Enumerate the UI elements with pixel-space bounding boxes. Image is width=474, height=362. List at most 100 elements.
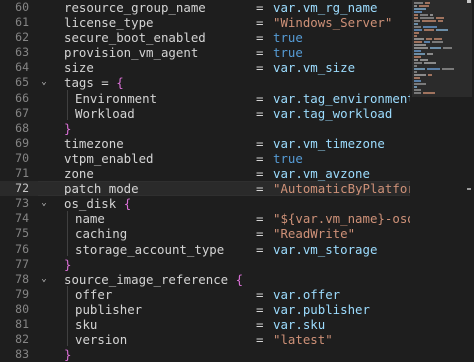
code-line[interactable]: 70 vtpm_enabled = true <box>0 151 410 166</box>
minimap-code-line <box>414 38 424 40</box>
code-text: publisher <box>75 302 142 317</box>
equals-sign: = <box>256 166 264 182</box>
attribute-key: name <box>75 211 105 227</box>
code-line[interactable]: 61 license_type = "Windows_Server" <box>0 15 410 30</box>
code-text: resource_group_name <box>64 0 206 15</box>
equals-sign: = <box>256 211 264 227</box>
code-line[interactable]: 76 storage_account_type = var.vm_storage <box>0 242 410 257</box>
fold-chevron-icon[interactable]: ⌄ <box>39 75 49 90</box>
code-text: zone <box>64 166 94 181</box>
code-text: source_image_reference { <box>64 272 243 287</box>
minimap-code-line <box>414 23 418 25</box>
line-number: 68 <box>15 120 29 135</box>
fold-chevron-icon[interactable]: ⌄ <box>39 272 49 287</box>
minimap-code-line <box>414 44 426 46</box>
code-line[interactable]: 80 publisher = var.publisher <box>0 302 410 317</box>
equals-sign: = <box>256 226 264 242</box>
minimap-code-line <box>414 56 421 58</box>
code-line[interactable]: 64 size = var.vm_size <box>0 60 410 75</box>
attribute-key: offer <box>75 286 113 302</box>
attribute-key: Environment <box>75 90 158 106</box>
minimap-code-line <box>419 5 429 7</box>
code-line[interactable]: 72 patch_mode = "AutomaticByPlatform" <box>0 181 430 197</box>
line-number: 82 <box>15 332 29 347</box>
code-editor[interactable]: 60 resource_group_name = var.vm_rg_name 61 li… <box>0 0 474 362</box>
attribute-value: var.vm_storage <box>273 241 378 257</box>
line-number: 81 <box>15 316 29 331</box>
line-number: 63 <box>15 45 29 60</box>
code-line[interactable]: 63 provision_vm_agent = true <box>0 45 410 60</box>
minimap-code-line <box>414 62 422 64</box>
attribute-value: true <box>273 150 303 166</box>
code-line[interactable]: 75 caching = "ReadWrite" <box>0 226 410 241</box>
line-number: 60 <box>15 0 29 14</box>
brace: } <box>64 256 72 272</box>
code-line[interactable]: 67 Workload = var.tag_workload <box>0 106 410 121</box>
code-line[interactable]: 82 version = "latest" <box>0 332 410 347</box>
line-number: 74 <box>15 211 29 226</box>
attribute-key: resource_group_name <box>64 0 206 15</box>
code-lines[interactable]: 60 resource_group_name = var.vm_rg_name 61 li… <box>0 0 437 362</box>
code-line[interactable]: 60 resource_group_name = var.vm_rg_name <box>0 0 410 15</box>
fold-chevron-icon[interactable]: ⌄ <box>39 196 49 211</box>
brace: { <box>116 75 124 91</box>
code-text: size <box>64 60 94 75</box>
equals-sign: = <box>256 181 264 197</box>
minimap-code-line <box>414 68 425 70</box>
minimap-code-line <box>426 38 432 40</box>
brace: } <box>64 347 72 362</box>
minimap-code-line <box>427 53 433 55</box>
code-line[interactable]: 68} <box>0 121 410 136</box>
code-line[interactable]: 83} <box>0 347 410 362</box>
code-text: secure_boot_enabled <box>64 30 206 45</box>
minimap-code-line <box>420 14 428 16</box>
brace: } <box>64 120 72 136</box>
attribute-value: true <box>273 45 303 61</box>
code-line[interactable]: 65 ⌄ tags = { <box>0 75 410 90</box>
equals-sign: = <box>256 30 264 46</box>
equals-sign: = <box>256 301 264 317</box>
code-line[interactable]: 79 offer = var.offer <box>0 287 410 302</box>
code-line[interactable]: 77} <box>0 257 410 272</box>
attribute-key: size <box>64 60 94 76</box>
minimap[interactable] <box>410 0 474 359</box>
line-number: 65 <box>15 75 29 90</box>
attribute-key: provision_vm_agent <box>64 45 199 61</box>
minimap-code-line <box>414 32 419 34</box>
attribute-value: var.vm_rg_name <box>273 0 378 15</box>
minimap-code-line <box>414 92 421 94</box>
brace: { <box>235 271 244 287</box>
minimap-code-line <box>420 59 428 61</box>
code-line[interactable]: 74 name = "${var.vm_name}-osdisk <box>0 211 437 227</box>
attribute-value: var.tag_workload <box>273 105 393 121</box>
equals-sign: = <box>256 316 264 332</box>
code-line[interactable]: 69 timezone = var.vm_timezone <box>0 136 410 151</box>
code-line[interactable]: 73 ⌄ os_disk { <box>0 196 410 211</box>
attribute-key: publisher <box>75 301 143 317</box>
code-text: } <box>64 121 71 136</box>
minimap-code-line <box>414 77 420 79</box>
code-line[interactable]: 81 sku = var.sku <box>0 317 410 332</box>
attribute-value: var.vm_size <box>273 60 356 76</box>
attribute-key: Workload <box>75 105 135 121</box>
minimap-code-line <box>430 47 441 49</box>
attribute-value: "ReadWrite" <box>273 226 356 242</box>
minimap-code-line <box>420 17 434 19</box>
equals-sign: = <box>256 0 264 15</box>
code-text: vtpm_enabled <box>64 151 154 166</box>
code-text: } <box>64 347 71 362</box>
code-line[interactable]: 66 Environment = var.tag_environment <box>0 90 415 106</box>
attribute-key: storage_account_type <box>75 241 225 257</box>
minimap-code-line <box>436 29 448 31</box>
attribute-value: var.tag_environment <box>273 90 415 106</box>
minimap-code-line <box>414 17 418 19</box>
code-line[interactable]: 78 ⌄ source_image_reference { <box>0 272 410 287</box>
code-line[interactable]: 62 secure_boot_enabled = true <box>0 30 410 45</box>
attribute-key: os_disk <box>64 196 124 212</box>
code-line[interactable]: 71 zone = var.vm_avzone <box>0 166 410 181</box>
attribute-key: vtpm_enabled <box>64 150 154 166</box>
minimap-code-line <box>414 89 421 91</box>
attribute-key: patch_mode <box>64 181 139 197</box>
line-number: 71 <box>15 166 29 181</box>
minimap-code-line <box>414 2 423 4</box>
